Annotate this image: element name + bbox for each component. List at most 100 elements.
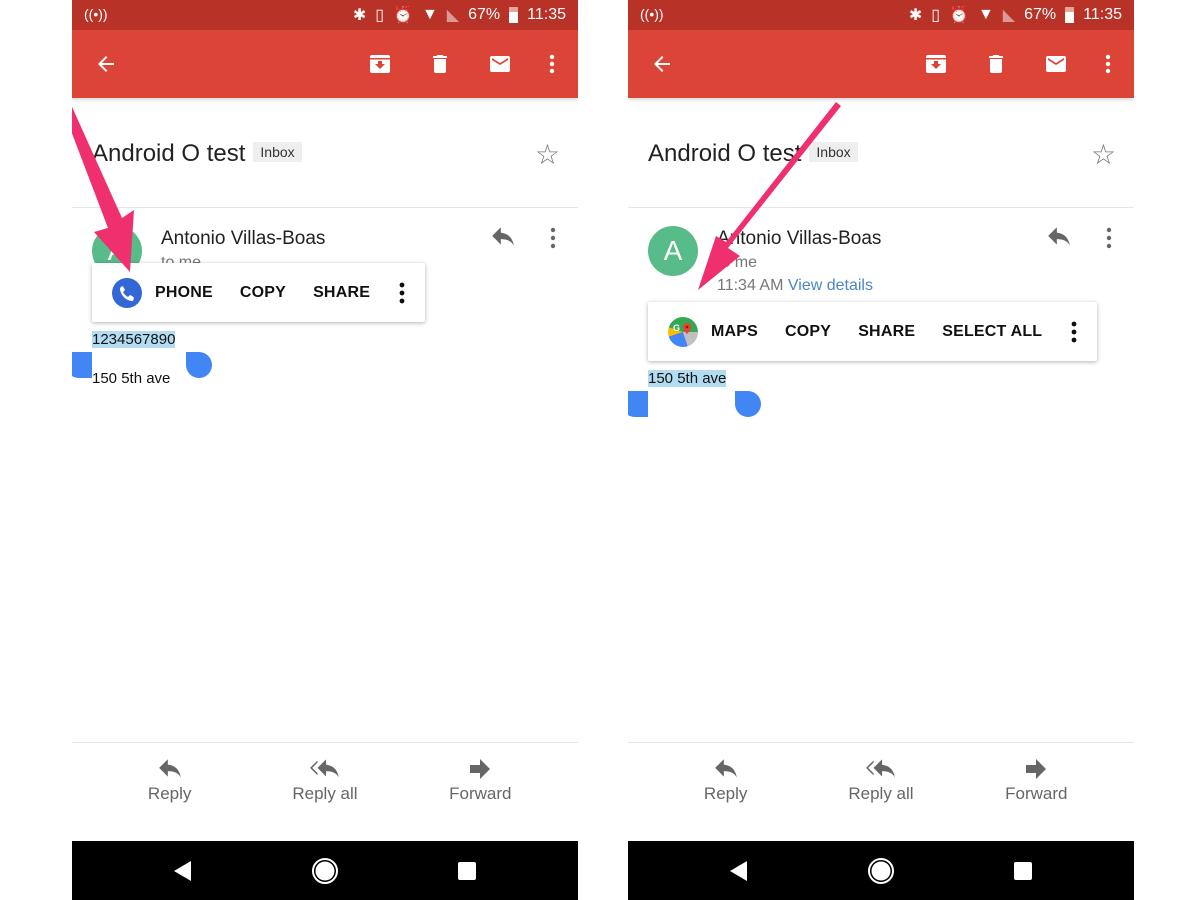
nav-recents-icon[interactable] xyxy=(1014,862,1032,880)
battery-percent: 67% xyxy=(468,6,501,23)
svg-text:G: G xyxy=(673,323,680,333)
phone-screen: ((•)) ✱ ▯ ⏰ ▼ ◣ 67% 11:35 Android O test… xyxy=(628,0,1134,900)
nav-recents-icon[interactable] xyxy=(458,862,476,880)
wifi-icon: ▼ xyxy=(421,6,438,23)
inbox-label[interactable]: Inbox xyxy=(809,142,858,162)
battery-icon xyxy=(1065,7,1075,23)
vibrate-icon: ▯ xyxy=(931,7,941,24)
no-sim-icon: ◣ xyxy=(1002,7,1016,24)
archive-icon[interactable] xyxy=(368,52,392,76)
menu-phone[interactable]: PHONE xyxy=(155,284,213,302)
reply-all-icon xyxy=(310,759,339,778)
email-time: 11:34 AM View details xyxy=(717,277,873,295)
star-icon[interactable]: ☆ xyxy=(1091,138,1116,171)
reply-icon[interactable] xyxy=(1046,226,1072,248)
reply-icon xyxy=(714,759,737,778)
phone-icon[interactable] xyxy=(112,277,142,308)
menu-share[interactable]: SHARE xyxy=(313,284,370,302)
divider xyxy=(72,207,578,208)
back-arrow-icon[interactable] xyxy=(94,52,118,76)
clock: 11:35 xyxy=(1083,6,1122,23)
selected-text[interactable]: 1234567890 xyxy=(92,331,176,348)
overflow-menu-icon[interactable] xyxy=(540,52,564,76)
reply-icon[interactable] xyxy=(490,226,516,248)
clock: 11:35 xyxy=(527,6,566,23)
forward-button[interactable]: Forward xyxy=(976,758,1096,804)
status-bar: ((•)) ✱ ▯ ⏰ ▼ ◣ 67% 11:35 xyxy=(628,0,1134,30)
nav-back-icon[interactable] xyxy=(730,861,748,881)
menu-share[interactable]: SHARE xyxy=(858,323,915,341)
menu-more-icon[interactable] xyxy=(1069,321,1079,343)
avatar[interactable]: A xyxy=(648,226,698,276)
forward-icon xyxy=(470,759,491,779)
reply-all-label: Reply all xyxy=(292,784,358,803)
mark-unread-icon[interactable] xyxy=(1042,52,1070,76)
wifi-icon: ▼ xyxy=(977,6,994,23)
menu-copy[interactable]: COPY xyxy=(785,323,831,341)
divider xyxy=(72,742,578,743)
delete-icon[interactable] xyxy=(428,52,452,76)
sender-name: Antonio Villas-Boas xyxy=(717,228,882,249)
toolbar xyxy=(628,30,1134,98)
view-details-link[interactable]: View details xyxy=(788,277,873,294)
message-more-icon[interactable] xyxy=(548,226,558,250)
delete-icon[interactable] xyxy=(984,52,1008,76)
body-line: 150 5th ave xyxy=(648,370,727,387)
time-text: 11:34 AM xyxy=(717,277,784,294)
no-sim-icon: ◣ xyxy=(446,7,460,24)
message-actions: Reply Reply all Forward xyxy=(72,758,578,804)
text-selection-toolbar: PHONE COPY SHARE xyxy=(92,263,426,322)
alarm-icon: ⏰ xyxy=(949,7,969,24)
overflow-menu-icon[interactable] xyxy=(1096,52,1120,76)
email-subject: Android O test Inbox xyxy=(648,140,858,168)
subject-text: Android O test xyxy=(92,140,246,167)
message-actions: Reply Reply all Forward xyxy=(628,758,1134,804)
navigation-bar xyxy=(628,841,1134,900)
inbox-label[interactable]: Inbox xyxy=(253,142,302,162)
phone-screen: ((•)) ✱ ▯ ⏰ ▼ ◣ 67% 11:35 Android O test… xyxy=(72,0,578,900)
reply-button[interactable]: Reply xyxy=(666,758,786,804)
reply-all-button[interactable]: Reply all xyxy=(821,758,941,804)
menu-select-all[interactable]: SELECT ALL xyxy=(942,323,1042,341)
nav-home-icon[interactable] xyxy=(311,857,339,885)
navigation-bar xyxy=(72,841,578,900)
reply-all-button[interactable]: Reply all xyxy=(265,758,385,804)
maps-icon[interactable]: G xyxy=(668,316,698,347)
menu-maps[interactable]: MAPS xyxy=(711,323,758,341)
email-subject: Android O test Inbox xyxy=(92,140,302,168)
archive-icon[interactable] xyxy=(924,52,948,76)
bluetooth-icon: ✱ xyxy=(908,7,923,24)
star-icon[interactable]: ☆ xyxy=(535,138,560,171)
reply-all-icon xyxy=(866,759,895,778)
text-selection-toolbar: G MAPS COPY SHARE SELECT ALL xyxy=(648,302,1098,361)
recipient[interactable]: to me xyxy=(717,254,757,272)
divider xyxy=(628,207,1134,208)
selection-start-handle[interactable] xyxy=(628,391,648,417)
reply-icon xyxy=(158,759,181,778)
selection-end-handle[interactable] xyxy=(735,391,761,417)
battery-icon xyxy=(509,7,519,23)
body-text[interactable]: 150 5th ave xyxy=(92,370,170,387)
body-line: 150 5th ave xyxy=(92,370,170,387)
iheartradio-icon: ((•)) xyxy=(84,6,108,22)
menu-more-icon[interactable] xyxy=(397,282,407,304)
back-arrow-icon[interactable] xyxy=(650,52,674,76)
message-more-icon[interactable] xyxy=(1104,226,1114,250)
body-line: 1234567890 xyxy=(92,331,176,348)
selection-start-handle[interactable] xyxy=(72,352,92,378)
alarm-icon: ⏰ xyxy=(393,7,413,24)
selection-end-handle[interactable] xyxy=(186,352,212,378)
battery-percent: 67% xyxy=(1024,6,1057,23)
mark-unread-icon[interactable] xyxy=(486,52,514,76)
nav-home-icon[interactable] xyxy=(867,857,895,885)
selected-text[interactable]: 150 5th ave xyxy=(648,370,727,387)
reply-label: Reply xyxy=(703,784,748,803)
forward-label: Forward xyxy=(1005,784,1068,803)
reply-button[interactable]: Reply xyxy=(110,758,230,804)
forward-button[interactable]: Forward xyxy=(420,758,540,804)
menu-copy[interactable]: COPY xyxy=(240,284,286,302)
reply-label: Reply xyxy=(147,784,192,803)
nav-back-icon[interactable] xyxy=(174,861,192,881)
forward-label: Forward xyxy=(449,784,512,803)
status-bar: ((•)) ✱ ▯ ⏰ ▼ ◣ 67% 11:35 xyxy=(72,0,578,30)
